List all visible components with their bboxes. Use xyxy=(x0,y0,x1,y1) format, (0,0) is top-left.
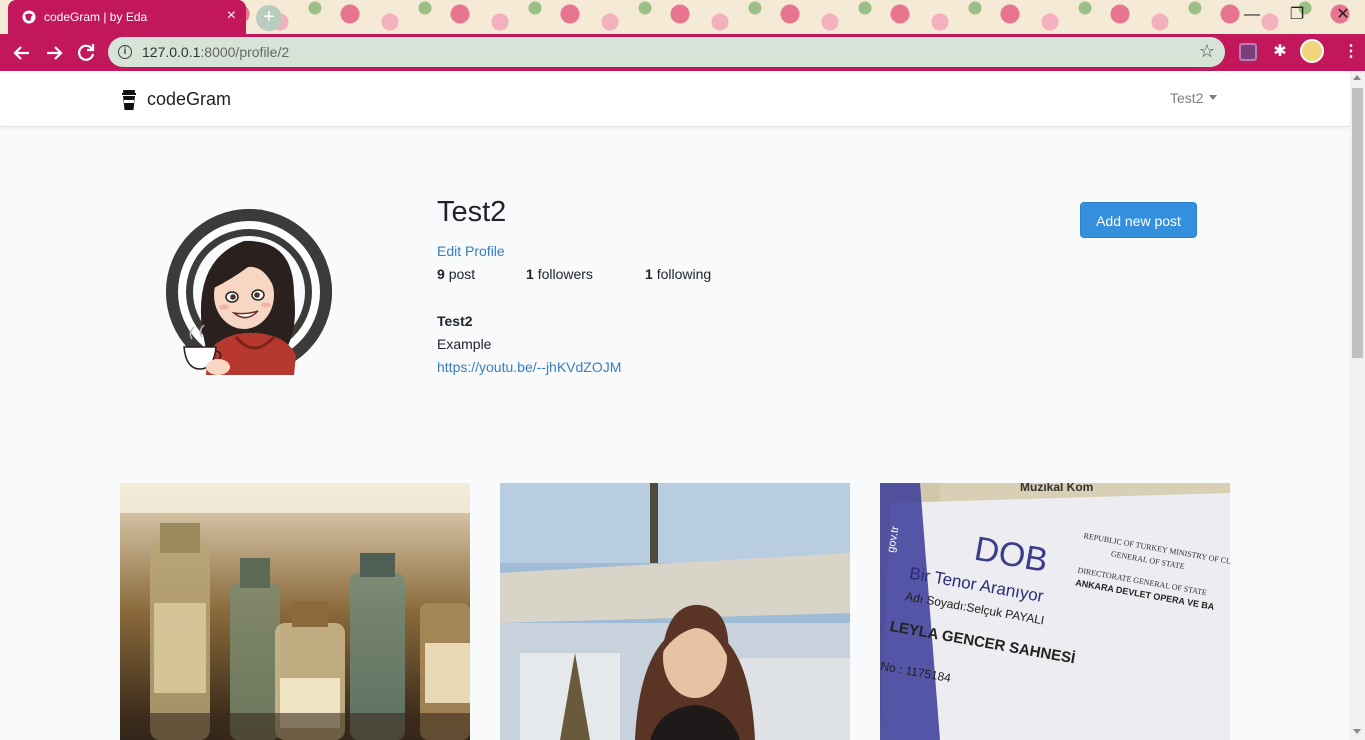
stat-followers[interactable]: 1 followers xyxy=(526,266,593,282)
minimize-icon[interactable]: — xyxy=(1240,5,1264,25)
address-bar[interactable]: i 127.0.0.1:8000/profile/2 ☆ xyxy=(108,37,1225,67)
browser-menu-icon[interactable]: ⋮ xyxy=(1342,43,1360,61)
post-thumbnail[interactable] xyxy=(120,483,470,740)
add-new-post-button[interactable]: Add new post xyxy=(1080,202,1197,238)
profile-avatar xyxy=(166,209,332,375)
bookmark-star-icon[interactable]: ☆ xyxy=(1199,41,1215,62)
forward-icon[interactable] xyxy=(42,41,66,65)
stat-posts: 9 post xyxy=(437,266,476,282)
scroll-down-icon[interactable] xyxy=(1353,729,1361,734)
user-dropdown-label: Test2 xyxy=(1170,90,1204,106)
page-viewport: codeGram Test2 Test2 Edit Profile 9 post… xyxy=(0,71,1350,740)
globe-icon xyxy=(22,10,36,24)
new-tab-button[interactable]: + xyxy=(256,5,282,31)
extension-icon[interactable] xyxy=(1239,43,1257,61)
tab-close-icon[interactable]: × xyxy=(227,7,236,25)
site-info-icon[interactable]: i xyxy=(118,45,132,59)
browser-toolbar: i 127.0.0.1:8000/profile/2 ☆ ✱ ⋮ xyxy=(0,34,1365,71)
post-thumbnail[interactable] xyxy=(500,483,850,740)
page-scrollbar[interactable] xyxy=(1350,71,1365,740)
coffee-cup-icon[interactable] xyxy=(122,90,136,110)
post-thumbnail[interactable]: Muzikal Kom gov.tr DOB REPUBLIC OF TURKE… xyxy=(880,483,1230,740)
edit-profile-link[interactable]: Edit Profile xyxy=(437,243,505,259)
url-text: 127.0.0.1:8000/profile/2 xyxy=(142,44,290,60)
bio-title: Test2 xyxy=(437,313,473,329)
ticket-header-text: Muzikal Kom xyxy=(1020,483,1093,494)
bio-description: Example xyxy=(437,336,492,352)
window-close-icon[interactable]: ✕ xyxy=(1331,5,1355,25)
reload-icon[interactable] xyxy=(74,41,98,65)
profile-avatar-icon[interactable] xyxy=(1300,39,1324,63)
browser-tabbar: codeGram | by Eda × + — ❐ ✕ xyxy=(0,0,1365,34)
browser-tab[interactable]: codeGram | by Eda × xyxy=(8,0,246,34)
scroll-up-icon[interactable] xyxy=(1353,75,1361,80)
bio-url-link[interactable]: https://youtu.be/--jhKVdZOJM xyxy=(437,359,621,375)
tab-title: codeGram | by Eda xyxy=(44,10,148,24)
user-dropdown[interactable]: Test2 xyxy=(1170,90,1218,106)
extensions-puzzle-icon[interactable]: ✱ xyxy=(1271,43,1289,61)
caret-down-icon xyxy=(1209,95,1218,100)
restore-icon[interactable]: ❐ xyxy=(1285,5,1309,25)
profile-username: Test2 xyxy=(437,196,507,228)
site-navbar: codeGram Test2 xyxy=(0,71,1350,127)
back-icon[interactable] xyxy=(10,41,34,65)
brand-name[interactable]: codeGram xyxy=(147,89,231,110)
scrollbar-thumb[interactable] xyxy=(1352,88,1363,358)
stat-following[interactable]: 1 following xyxy=(645,266,711,282)
